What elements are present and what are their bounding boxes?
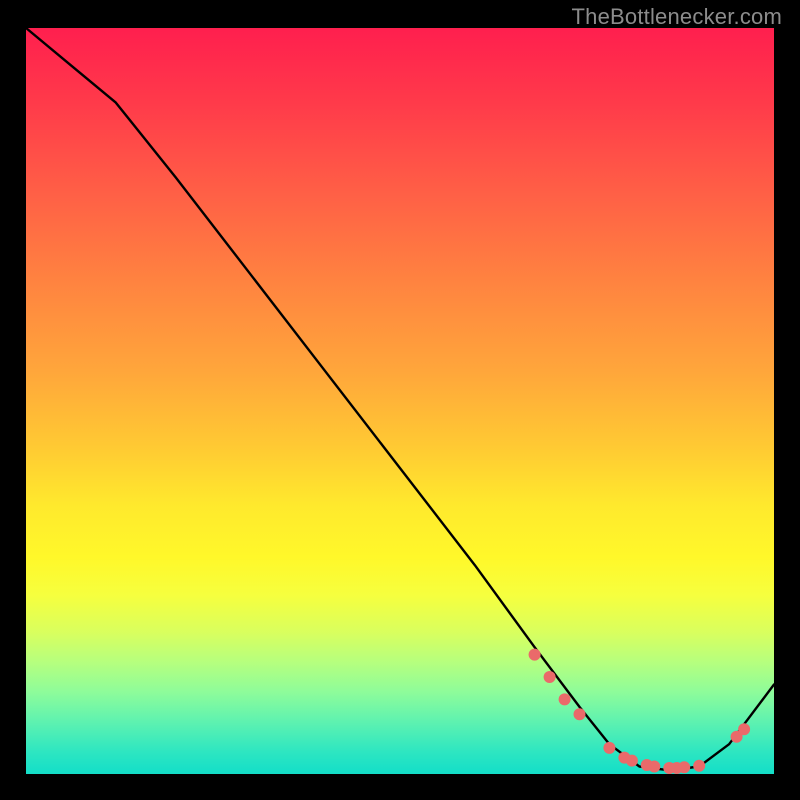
chart-container: TheBottlenecker.com bbox=[0, 0, 800, 800]
highlight-dot bbox=[626, 755, 638, 767]
bottleneck-curve bbox=[26, 28, 774, 770]
highlight-dot bbox=[574, 708, 586, 720]
highlight-dot bbox=[529, 649, 541, 661]
highlight-dot bbox=[559, 693, 571, 705]
highlight-dot bbox=[693, 760, 705, 772]
highlight-dot bbox=[678, 761, 690, 773]
highlight-dot bbox=[603, 742, 615, 754]
highlight-dot bbox=[544, 671, 556, 683]
chart-svg bbox=[26, 28, 774, 774]
highlight-dot bbox=[648, 761, 660, 773]
watermark-text: TheBottlenecker.com bbox=[572, 4, 782, 30]
highlight-dot bbox=[738, 723, 750, 735]
highlight-dots-group bbox=[529, 649, 751, 774]
